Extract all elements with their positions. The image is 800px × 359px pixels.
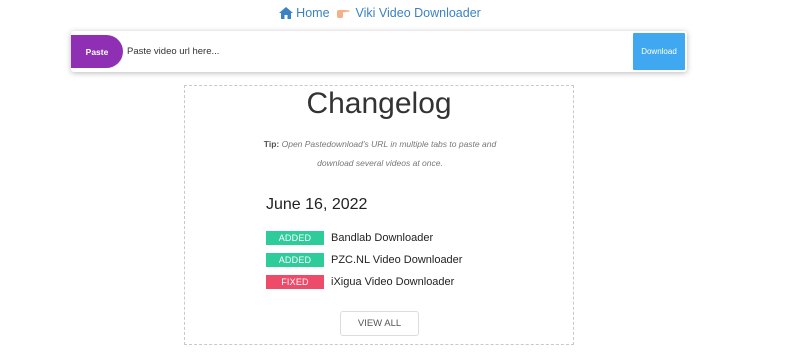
download-button[interactable]: Download (633, 33, 685, 70)
status-badge: ADDED (266, 231, 324, 245)
tip-body: Open Pastedownload's URL in multiple tab… (281, 139, 497, 168)
changelog-entry: ADDED Bandlab Downloader (266, 230, 433, 246)
breadcrumb-home-link[interactable]: Home (279, 6, 330, 20)
entry-text: PZC.NL Video Downloader (331, 254, 463, 266)
status-badge: FIXED (266, 275, 324, 289)
home-icon (279, 7, 294, 19)
entry-text: iXigua Video Downloader (331, 276, 455, 288)
pointing-hand-icon (336, 7, 350, 19)
changelog-entry: ADDED PZC.NL Video Downloader (266, 252, 462, 268)
search-bar: Paste Download (71, 31, 687, 72)
url-input[interactable] (123, 31, 633, 72)
breadcrumb-home-label[interactable]: Home (296, 6, 329, 20)
breadcrumb: Home Viki Video Downloader (0, 6, 760, 20)
tip-text: Tip: Open Pastedownload's URL in multipl… (245, 135, 515, 173)
changelog-panel: Changelog Tip: Open Pastedownload's URL … (184, 85, 574, 345)
changelog-date: June 16, 2022 (266, 196, 368, 213)
entry-text: Bandlab Downloader (331, 232, 434, 244)
changelog-title: Changelog (306, 87, 452, 120)
breadcrumb-current[interactable]: Viki Video Downloader (356, 6, 481, 20)
paste-button[interactable]: Paste (71, 35, 123, 68)
changelog-entry: FIXED iXigua Video Downloader (266, 274, 454, 290)
tip-prefix: Tip: (263, 139, 280, 149)
status-badge: ADDED (266, 253, 324, 267)
view-all-button[interactable]: VIEW ALL (340, 311, 419, 336)
